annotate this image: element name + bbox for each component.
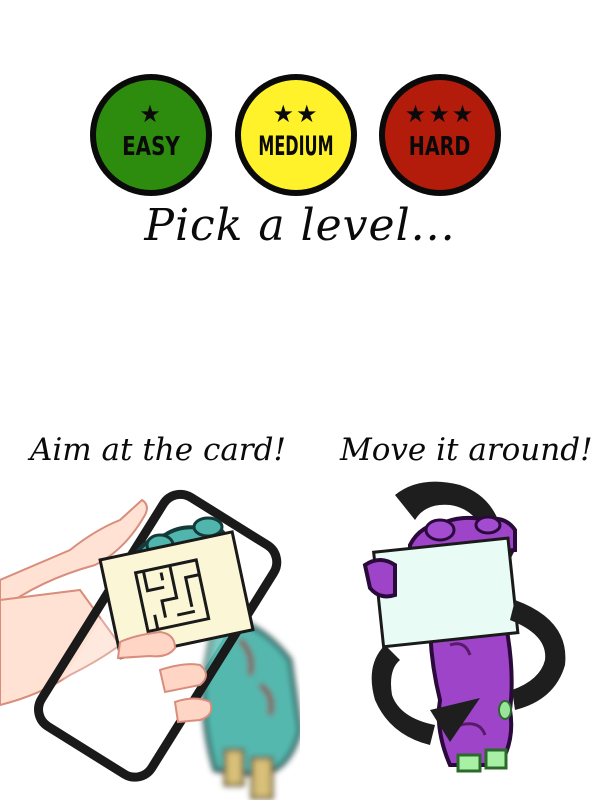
medium-label: MEDIUM	[258, 131, 334, 162]
medium-level-button[interactable]: ★★ MEDIUM	[235, 74, 357, 196]
three-star-icon: ★★★	[404, 100, 476, 128]
easy-label: EASY	[122, 132, 180, 162]
level-select-screen: ★ EASY ★★ MEDIUM ★★★ HARD Pick a level..…	[0, 0, 600, 800]
move-card-illustration	[362, 481, 566, 773]
one-star-icon: ★	[139, 100, 163, 128]
hard-level-button[interactable]: ★★★ HARD	[379, 74, 501, 196]
two-star-icon: ★★	[272, 100, 320, 128]
hard-label: HARD	[409, 132, 471, 162]
easy-level-button[interactable]: ★ EASY	[90, 74, 212, 196]
aim-instruction: Aim at the card!	[30, 432, 286, 468]
move-instruction: Move it around!	[340, 432, 593, 468]
pick-level-prompt: Pick a level...	[144, 200, 456, 251]
zombie-arm-right	[427, 618, 514, 773]
aim-phone-illustration	[0, 489, 300, 800]
